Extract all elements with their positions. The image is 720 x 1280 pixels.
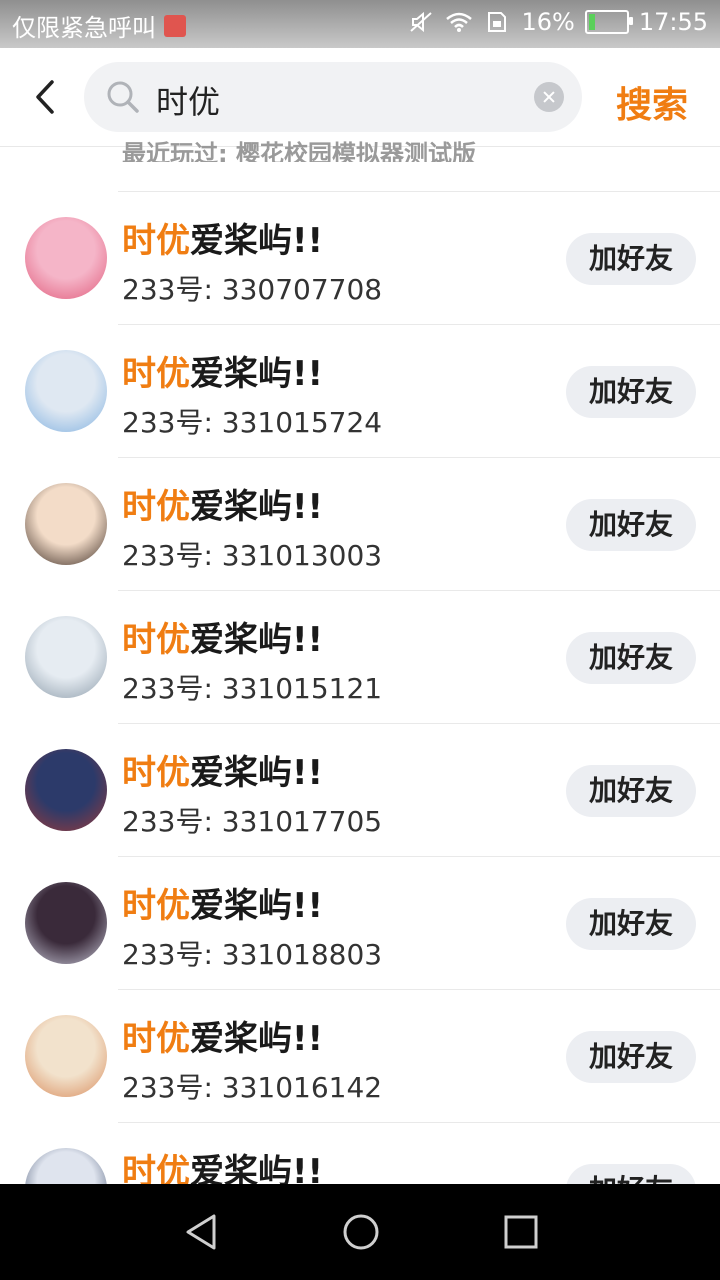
search-input[interactable]: 时优 — [84, 62, 582, 132]
avatar[interactable] — [25, 1148, 107, 1184]
result-row[interactable]: 时优爱桨屿!! 233号: 331017705 加好友 — [0, 723, 720, 856]
user-id: 233号: 331015121 — [122, 672, 383, 705]
name-highlight: 时优 — [122, 1152, 190, 1184]
sim-icon — [488, 12, 507, 32]
user-id: 233号: 331015724 — [122, 406, 383, 439]
name-highlight: 时优 — [122, 886, 190, 926]
name-highlight: 时优 — [122, 1019, 190, 1059]
result-row[interactable]: 时优爱桨屿!! 233号: 330707708 加好友 — [0, 191, 720, 324]
user-name: 时优爱桨屿!! — [122, 213, 323, 262]
user-name: 时优爱桨屿!! — [122, 612, 323, 661]
name-rest: 爱桨屿!! — [190, 1019, 324, 1059]
battery-icon — [584, 10, 633, 34]
row-divider — [118, 324, 720, 325]
avatar[interactable] — [25, 350, 107, 432]
row-divider — [118, 723, 720, 724]
app-notification-icon — [164, 14, 186, 37]
name-highlight: 时优 — [122, 620, 190, 660]
status-bar: 仅限紧急呼叫 16% 17:55 — [0, 0, 720, 48]
user-name: 时优爱桨屿!! — [122, 479, 323, 528]
name-highlight: 时优 — [122, 753, 190, 793]
user-name: 时优爱桨屿!! — [122, 745, 323, 794]
wifi-icon — [446, 12, 473, 32]
mute-icon — [410, 11, 433, 33]
clear-icon[interactable] — [534, 82, 564, 112]
user-name: 时优爱桨屿!! — [122, 1011, 323, 1060]
row-divider — [118, 191, 720, 192]
name-rest: 爱桨屿!! — [190, 886, 324, 926]
add-friend-button[interactable]: 加好友 — [566, 632, 696, 684]
avatar[interactable] — [25, 1015, 107, 1097]
name-highlight: 时优 — [122, 221, 190, 261]
recents-nav-icon[interactable] — [501, 1212, 541, 1252]
add-friend-button[interactable]: 加好友 — [566, 499, 696, 551]
name-rest: 爱桨屿!! — [190, 487, 324, 527]
navigation-bar — [0, 1184, 720, 1280]
search-query[interactable]: 时优 — [156, 77, 220, 123]
user-id: 233号: 331018803 — [122, 938, 383, 971]
add-friend-button[interactable]: 加好友 — [566, 366, 696, 418]
result-row[interactable]: 时优爱桨屿!! 233号: 331015724 加好友 — [0, 324, 720, 457]
user-name: 时优爱桨屿!! — [122, 346, 323, 395]
user-name: 时优爱桨屿!! — [122, 878, 323, 927]
back-nav-icon[interactable] — [182, 1212, 222, 1252]
search-header: 时优 搜索 — [0, 48, 720, 147]
back-arrow-icon[interactable] — [22, 72, 70, 122]
avatar[interactable] — [25, 616, 107, 698]
clock: 17:55 — [638, 8, 708, 36]
user-id: 233号: 331017705 — [122, 805, 383, 838]
add-friend-button[interactable]: 加好友 — [566, 1164, 696, 1184]
name-highlight: 时优 — [122, 354, 190, 394]
result-row[interactable]: 时优爱桨屿!! 加好友 — [0, 1122, 720, 1184]
avatar[interactable] — [25, 882, 107, 964]
battery-percent: 16% — [521, 8, 575, 36]
row-divider — [118, 1122, 720, 1123]
search-button[interactable]: 搜索 — [616, 76, 688, 128]
add-friend-button[interactable]: 加好友 — [566, 233, 696, 285]
add-friend-button[interactable]: 加好友 — [566, 898, 696, 950]
result-row[interactable]: 时优爱桨屿!! 233号: 331015121 加好友 — [0, 590, 720, 723]
avatar[interactable] — [25, 749, 107, 831]
name-rest: 爱桨屿!! — [190, 354, 324, 394]
user-name: 时优爱桨屿!! — [122, 1144, 323, 1184]
name-highlight: 时优 — [122, 487, 190, 527]
user-id: 233号: 331013003 — [122, 539, 383, 572]
result-row[interactable]: 时优爱桨屿!! 233号: 331013003 加好友 — [0, 457, 720, 590]
row-divider — [118, 856, 720, 857]
user-id: 233号: 330707708 — [122, 273, 383, 306]
add-friend-button[interactable]: 加好友 — [566, 765, 696, 817]
search-icon — [107, 81, 139, 113]
name-rest: 爱桨屿!! — [190, 620, 324, 660]
row-divider — [118, 457, 720, 458]
name-rest: 爱桨屿!! — [190, 221, 324, 261]
recent-played: 最近玩过: 樱花校园模拟器测试版 — [122, 140, 476, 162]
name-rest: 爱桨屿!! — [190, 753, 324, 793]
results-list[interactable]: 时优爱桨屿!! 233号: 330707708 加好友 时优爱桨屿!! 233号: 33… — [0, 191, 720, 1184]
user-id: 233号: 331016142 — [122, 1071, 383, 1104]
result-row[interactable]: 时优爱桨屿!! 233号: 331016142 加好友 — [0, 989, 720, 1122]
add-friend-button[interactable]: 加好友 — [566, 1031, 696, 1083]
carrier-text: 仅限紧急呼叫 — [12, 14, 156, 42]
avatar[interactable] — [25, 217, 107, 299]
row-divider — [118, 989, 720, 990]
row-divider — [118, 590, 720, 591]
name-rest: 爱桨屿!! — [190, 1152, 324, 1184]
home-nav-icon[interactable] — [341, 1212, 381, 1252]
avatar[interactable] — [25, 483, 107, 565]
result-row[interactable]: 时优爱桨屿!! 233号: 331018803 加好友 — [0, 856, 720, 989]
